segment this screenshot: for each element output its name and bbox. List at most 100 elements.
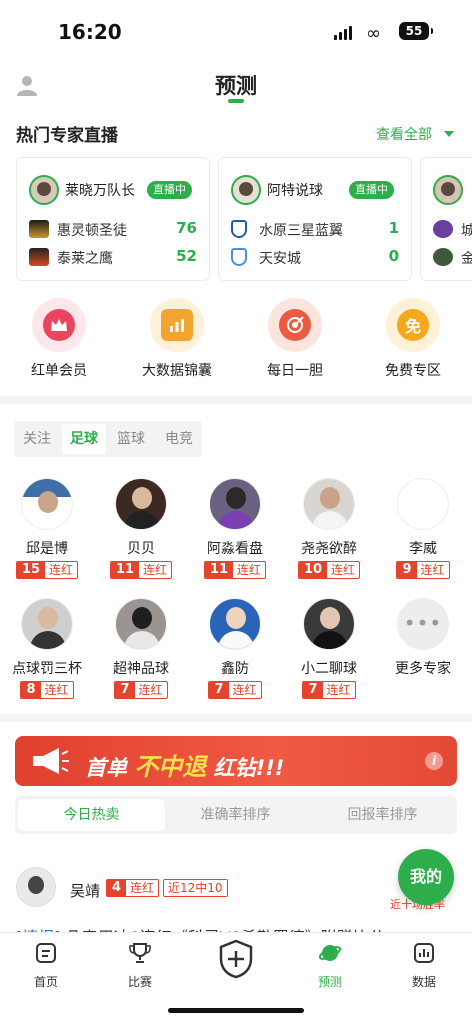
app-root: 16:20 ∞ 55 预测 热门专家直播 查看全部 莱晓万队长 直播中 惠灵顿圣… [0,0,472,1024]
live-card[interactable]: 城 金 [420,157,472,281]
expert-item[interactable]: 点球罚三杯 8 连红 [0,598,94,699]
expert-item[interactable]: 鑫防 7 连红 [188,598,282,699]
expert-avatar [209,598,261,650]
expert-item[interactable]: 超神品球 7 连红 [94,598,188,699]
promo-banner[interactable]: 首单 不中退 红钻!!! i [15,736,457,786]
expert-item[interactable]: 邱是博 15 连红 [0,478,94,579]
live-card[interactable]: 阿特说球 直播中 水原三星蓝翼 1 天安城 0 [218,157,412,281]
quick-entry-daily[interactable]: 每日一胆 [240,298,350,380]
team-name: 天安城 [259,251,301,267]
expert-avatar [209,478,261,530]
expert-avatar [115,478,167,530]
crown-icon [32,298,86,352]
tab-hot-today[interactable]: 今日热卖 [18,799,165,831]
more-experts-label: 更多专家 [395,661,451,677]
team-logo-icon [433,248,453,266]
tab-football[interactable]: 足球 [62,424,106,454]
expert-item[interactable]: 贝贝 11 连红 [94,478,188,579]
tab-data[interactable]: 数据 [384,941,464,990]
expert-avatar [21,478,73,530]
more-dots-icon: ••• [397,598,449,650]
tab-accuracy-sort[interactable]: 准确率排序 [162,796,309,834]
match-row: 金 [433,246,472,268]
tab-return-sort[interactable]: 回报率排序 [309,796,456,834]
expert-name: 点球罚三杯 [12,661,82,677]
team-logo-icon [231,248,247,266]
quick-entry-label: 红单会员 [31,363,87,379]
quick-entry-label: 大数据锦囊 [142,363,212,379]
tab-follow[interactable]: 关注 [14,421,60,457]
expert-name: 超神品球 [113,661,169,677]
match-row: 城 [433,218,472,240]
expert-item[interactable]: 小二聊球 7 连红 [282,598,376,699]
tab-home[interactable]: 首页 [6,941,86,990]
info-icon[interactable]: i [425,752,443,770]
team-name: 惠灵顿圣徒 [57,223,127,239]
team-logo-icon [433,220,453,238]
target-icon [268,298,322,352]
team-name: 泰莱之鹰 [57,251,113,267]
streak-badge: 11 连红 [109,561,173,579]
chart-bars-icon [150,298,204,352]
expert-item[interactable]: 李威 9 连红 [376,478,470,579]
team-score: 0 [388,247,399,265]
expert-avatar [433,175,463,205]
streak-badge: 7 连红 [208,681,262,699]
more-experts-button[interactable]: ••• 更多专家 [376,598,470,678]
team-name: 金 [461,251,472,267]
expert-avatar [303,598,355,650]
expert-name: 小二聊球 [301,661,357,677]
expert-name: 贝贝 [127,541,155,557]
expert-avatar [231,175,261,205]
team-name: 水原三星蓝翼 [259,223,343,239]
megaphone-icon [33,748,69,774]
expert-name: 莱晓万队长 [65,183,135,199]
tab-label: 比赛 [127,975,152,989]
streak-badge: 4 连红 [106,879,160,897]
expert-item[interactable]: 阿淼看盘 11 连红 [188,478,282,579]
home-indicator [168,1008,304,1013]
page-title: 预测 [215,74,257,98]
title-underline [228,99,244,103]
expert-item[interactable]: 尧尧欲醉 10 连红 [282,478,376,579]
tab-esports[interactable]: 电竞 [156,421,202,457]
quick-entry-bigdata[interactable]: 大数据锦囊 [122,298,232,380]
quick-entry-free[interactable]: 免 免费专区 [358,298,468,380]
category-tabs: 关注 足球 篮球 电竞 [14,421,202,457]
expert-name: 尧尧欲醉 [301,541,357,557]
expert-name: 吴靖 [70,882,101,900]
hot-live-title: 热门专家直播 [16,126,118,146]
streak-badge: 10 连红 [297,561,361,579]
team-logo-icon [29,220,49,238]
tab-basketball[interactable]: 篮球 [108,421,154,457]
team-logo-icon [231,220,247,238]
home-doc-icon [36,943,56,963]
section-divider [0,396,472,404]
tab-label: 首页 [33,975,58,989]
data-chart-icon [414,943,434,963]
expert-avatar [29,175,59,205]
tab-label: 数据 [411,975,436,989]
quick-entry-vip[interactable]: 红单会员 [4,298,114,380]
live-badge: 直播中 [349,181,394,199]
streak-badge: 8 连红 [20,681,74,699]
planet-icon [318,945,342,961]
quick-entry-label: 每日一胆 [267,363,323,379]
promo-text: 首单 不中退 红钻!!! [85,753,285,781]
tab-matches[interactable]: 比赛 [100,941,180,990]
live-card[interactable]: 莱晓万队长 直播中 惠灵顿圣徒 76 泰莱之鹰 52 [16,157,210,281]
status-time: 16:20 [58,20,122,44]
live-badge: 直播中 [147,181,192,199]
tab-predict[interactable]: 预测 [290,941,370,990]
top-header: 预测 [0,62,472,110]
my-floating-button[interactable]: 我的 [398,849,454,905]
trophy-icon [129,943,151,963]
team-score: 76 [176,219,197,237]
streak-badge: 9 连红 [396,561,450,579]
add-shield-icon[interactable] [218,939,254,979]
section-divider [0,714,472,722]
match-row: 天安城 0 [231,246,399,268]
streak-badge: 11 连红 [203,561,267,579]
link-icon: ∞ [366,23,381,44]
view-all-link[interactable]: 查看全部 [376,124,454,144]
